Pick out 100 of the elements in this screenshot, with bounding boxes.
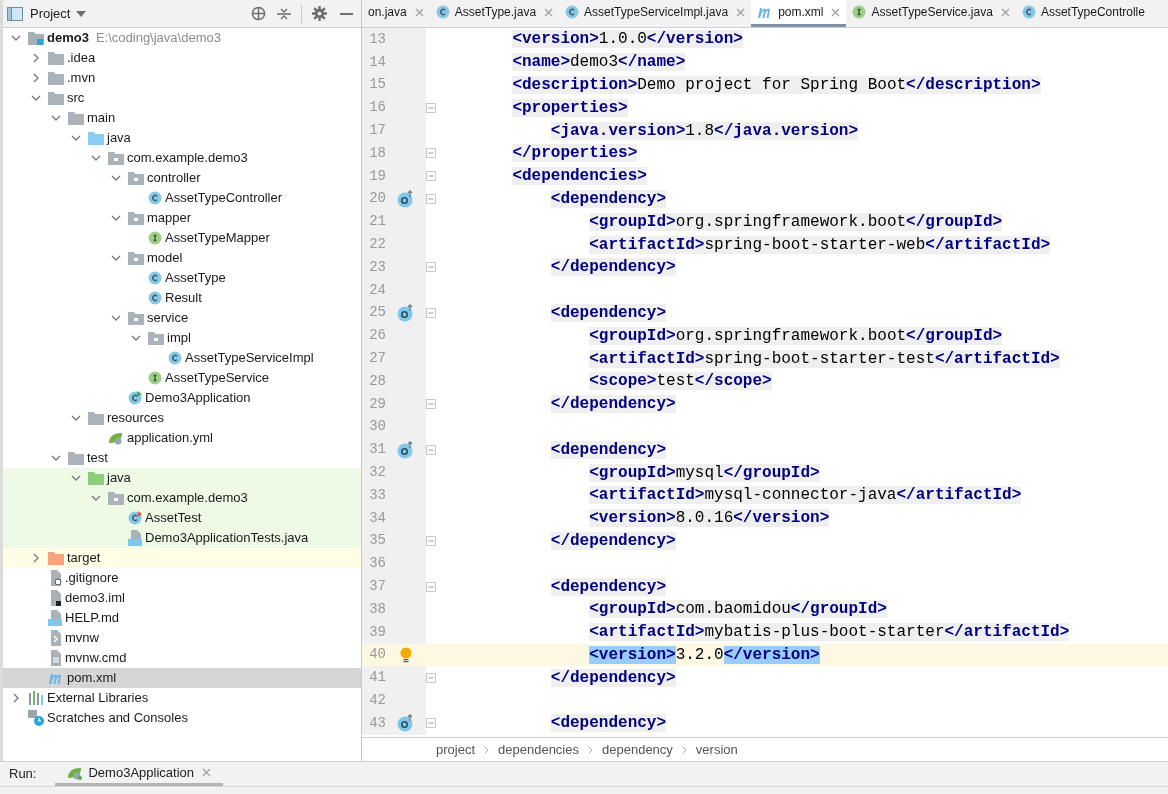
editor-tab[interactable]: AssetTypeService.java	[846, 0, 1016, 27]
class-icon	[435, 5, 450, 19]
fold-marker-icon[interactable]	[426, 193, 436, 204]
settings-icon[interactable]	[312, 6, 327, 21]
tree-item[interactable]: impl	[3, 328, 361, 348]
tree-item[interactable]: src	[3, 88, 361, 108]
tree-item[interactable]: main	[3, 108, 361, 128]
fold-marker-icon[interactable]	[426, 581, 436, 592]
chevron-down-icon[interactable]	[51, 453, 61, 463]
tree-item[interactable]: Result	[3, 288, 361, 308]
override-marker-icon[interactable]	[397, 189, 415, 208]
tree-item[interactable]: demo3 E:\coding\java\demo3	[3, 28, 361, 48]
tree-item[interactable]: service	[3, 308, 361, 328]
override-marker-icon[interactable]	[397, 714, 415, 733]
tree-item[interactable]: Demo3Application	[3, 388, 361, 408]
chevron-right-icon[interactable]	[11, 693, 21, 703]
editor-tab[interactable]: AssetType.java	[429, 0, 560, 27]
tree-item[interactable]: java	[3, 468, 361, 488]
script-file-icon	[48, 630, 62, 646]
fold-marker-icon[interactable]	[426, 399, 436, 410]
override-marker-icon[interactable]	[397, 440, 415, 459]
caret-icon[interactable]	[76, 10, 87, 17]
chevron-down-icon[interactable]	[111, 173, 121, 183]
chevron-right-icon[interactable]	[31, 53, 41, 63]
tree-label: model	[147, 249, 183, 268]
tree-item[interactable]: java	[3, 128, 361, 148]
chevron-right-icon[interactable]	[31, 553, 41, 563]
tree-item[interactable]: .gitignore	[3, 568, 361, 588]
tree-item[interactable]: External Libraries	[3, 688, 361, 708]
tree-item[interactable]: Scratches and Consoles	[3, 708, 361, 728]
chevron-down-icon[interactable]	[91, 153, 101, 163]
editor-tab[interactable]: on.java	[362, 0, 430, 27]
tree-item[interactable]: Demo3ApplicationTests.java	[3, 528, 361, 548]
crosshair-icon[interactable]	[251, 6, 266, 21]
leaf-icon	[108, 431, 124, 445]
chevron-down-icon[interactable]	[51, 113, 61, 123]
breadcrumb[interactable]: version	[695, 739, 738, 760]
tree-item[interactable]: test	[3, 448, 361, 468]
tree-label: AssetType	[165, 269, 226, 288]
fold-marker-icon[interactable]	[426, 444, 436, 455]
line-number: 27	[368, 349, 386, 369]
chevron-right-icon[interactable]	[31, 73, 41, 83]
tree-item[interactable]: AssetTypeController	[3, 188, 361, 208]
fold-marker-icon[interactable]	[426, 102, 436, 113]
minimize-icon[interactable]	[340, 12, 353, 15]
fold-marker-icon[interactable]	[426, 171, 436, 182]
lightbulb-icon[interactable]	[400, 646, 412, 663]
close-icon[interactable]	[414, 7, 424, 17]
fold-marker-icon[interactable]	[426, 262, 436, 273]
tree-label: java	[107, 469, 131, 488]
tree-item[interactable]: com.example.demo3	[3, 488, 361, 508]
tree-item[interactable]: application.yml	[3, 428, 361, 448]
panel-title[interactable]: Project	[30, 3, 71, 24]
tree-item[interactable]: AssetTypeService	[3, 368, 361, 388]
close-icon[interactable]	[736, 7, 746, 17]
fold-marker-icon[interactable]	[426, 307, 436, 318]
tree-item[interactable]: mvnw.cmd	[3, 648, 361, 668]
tree-item[interactable]: com.example.demo3	[3, 148, 361, 168]
chevron-down-icon[interactable]	[71, 473, 81, 483]
chevron-down-icon[interactable]	[111, 313, 121, 323]
collapse-icon[interactable]	[277, 6, 291, 21]
tree-item[interactable]: AssetTypeMapper	[3, 228, 361, 248]
override-marker-icon[interactable]	[397, 303, 415, 322]
breadcrumb[interactable]: dependency	[602, 739, 673, 760]
line-number: 15	[368, 75, 386, 95]
chevron-down-icon[interactable]	[131, 333, 141, 343]
tree-item[interactable]: AssetTypeServiceImpl	[3, 348, 361, 368]
close-icon[interactable]	[831, 7, 841, 17]
tree-item[interactable]: AssetType	[3, 268, 361, 288]
tree-item[interactable]: mvnw	[3, 628, 361, 648]
tree-item[interactable]: target	[3, 548, 361, 568]
close-icon[interactable]	[1000, 7, 1010, 17]
tree-item[interactable]: controller	[3, 168, 361, 188]
fold-marker-icon[interactable]	[426, 148, 436, 159]
close-icon[interactable]	[544, 7, 554, 17]
tree-item[interactable]: mapper	[3, 208, 361, 228]
tree-item[interactable]: AssetTest	[3, 508, 361, 528]
tree-item[interactable]: resources	[3, 408, 361, 428]
tree-item[interactable]: demo3.iml	[3, 588, 361, 608]
tree-item[interactable]: .mvn	[3, 68, 361, 88]
chevron-down-icon[interactable]	[111, 213, 121, 223]
editor-tab[interactable]: AssetTypeServiceImpl.java	[559, 0, 752, 27]
breadcrumb[interactable]: project	[436, 739, 476, 760]
tree-item[interactable]: .idea	[3, 48, 361, 68]
tree-item[interactable]: pom.xml	[3, 668, 361, 688]
chevron-down-icon[interactable]	[11, 33, 21, 43]
editor-tab[interactable]: pom.xml	[751, 0, 847, 27]
tree-item[interactable]: HELP.md	[3, 608, 361, 628]
chevron-down-icon[interactable]	[31, 93, 41, 103]
chevron-down-icon[interactable]	[71, 413, 81, 423]
breadcrumb[interactable]: dependencies	[498, 739, 579, 760]
tree-item[interactable]: model	[3, 248, 361, 268]
chevron-down-icon[interactable]	[111, 253, 121, 263]
editor-tab[interactable]: AssetTypeControlle	[1015, 0, 1151, 27]
fold-marker-icon[interactable]	[426, 718, 436, 729]
chevron-down-icon[interactable]	[91, 493, 101, 503]
fold-marker-icon[interactable]	[426, 672, 436, 683]
close-icon[interactable]	[202, 768, 211, 777]
fold-marker-icon[interactable]	[426, 535, 436, 546]
chevron-down-icon[interactable]	[71, 133, 81, 143]
